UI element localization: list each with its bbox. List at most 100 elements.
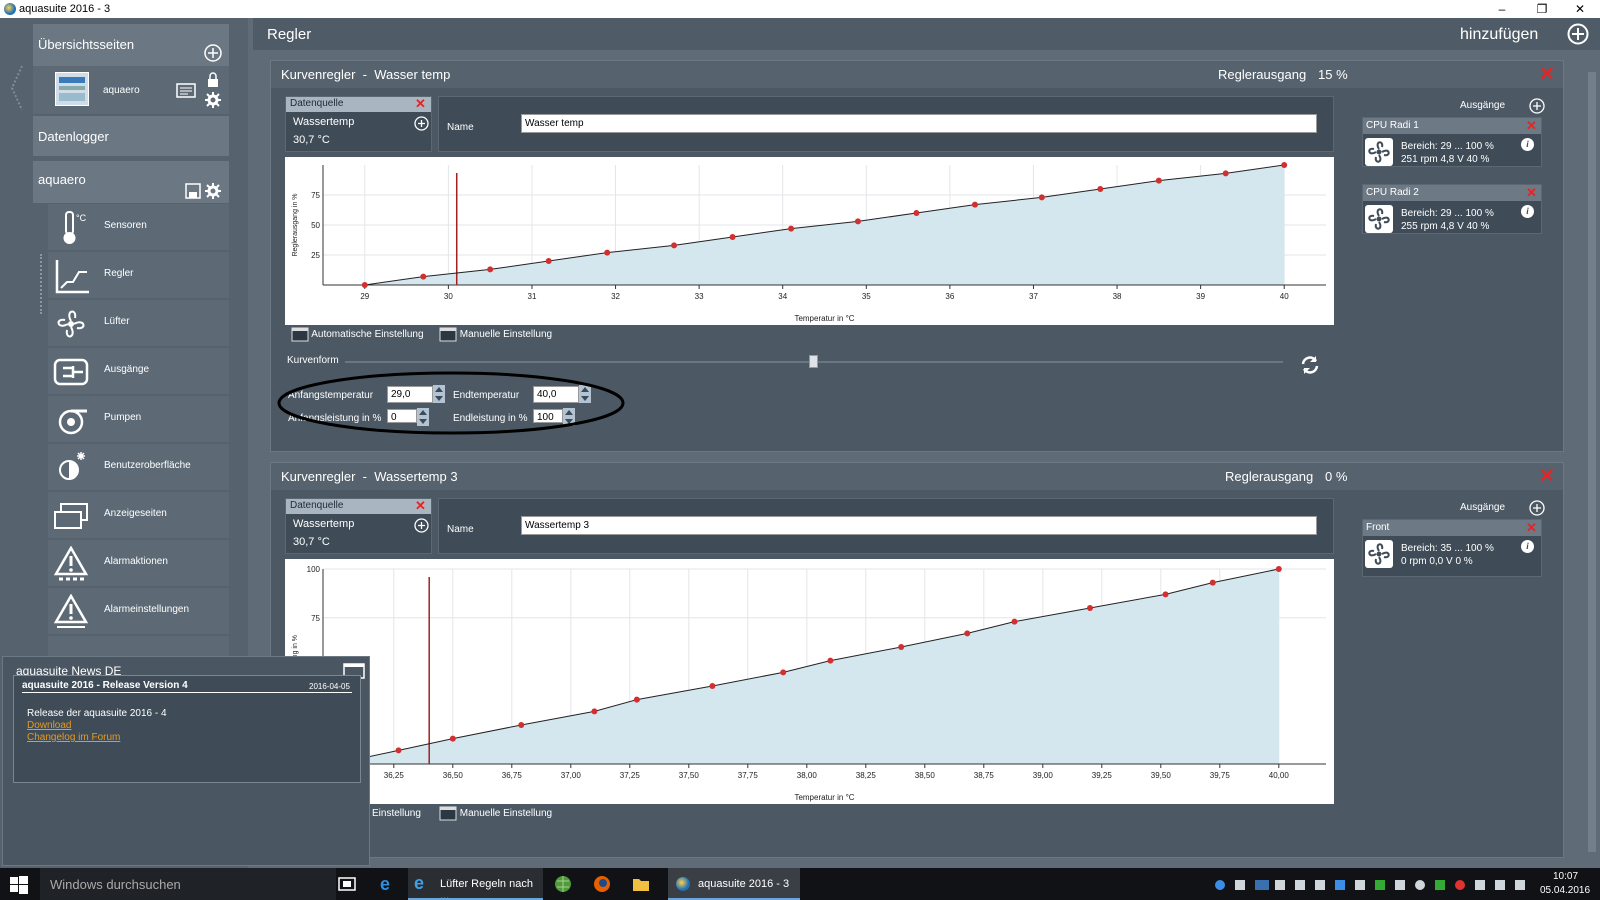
info-icon[interactable]: i <box>1521 138 1534 151</box>
output-card-cpu-radi-1[interactable]: CPU Radi 1 ✕ Bereich: 29 ... 100 % 251 r… <box>1362 117 1542 167</box>
windows-start-icon[interactable] <box>10 876 28 900</box>
remove-output-icon[interactable]: ✕ <box>1526 520 1537 535</box>
overview-pages-section[interactable]: Übersichtsseiten <box>33 24 229 66</box>
remove-output-icon[interactable]: ✕ <box>1526 118 1537 133</box>
panel-title: Kurvenregler - Wassertemp 3 <box>281 469 458 484</box>
restore-button[interactable]: ❐ <box>1527 1 1557 17</box>
curve-point <box>827 657 834 664</box>
fan-icon <box>1365 138 1393 166</box>
add-overview-icon[interactable] <box>204 44 222 65</box>
nav-item-more[interactable] <box>48 636 229 658</box>
manual-setting-icon <box>439 806 457 821</box>
add-controller-label[interactable]: hinzufügen <box>1460 26 1538 44</box>
delete-controller-icon[interactable]: ✕ <box>1539 65 1555 84</box>
add-output-icon-2[interactable] <box>1529 500 1545 519</box>
scrollbar-thumb[interactable] <box>1588 72 1596 852</box>
file-explorer-icon[interactable] <box>632 876 650 900</box>
curve-point <box>971 201 978 208</box>
news-download-link[interactable]: Download <box>27 720 71 731</box>
fan-icon <box>1365 205 1393 233</box>
output-range: Bereich: 29 ... 100 % <box>1401 141 1494 152</box>
device-title: aquaero <box>38 172 86 187</box>
gear-icon[interactable] <box>205 92 221 111</box>
save-icon[interactable] <box>185 183 201 202</box>
add-controller-icon[interactable] <box>1567 23 1589 48</box>
x-tick-label: 37,00 <box>561 771 582 780</box>
drag-handle[interactable] <box>40 254 44 314</box>
main-header: Regler hinzufügen <box>253 18 1600 50</box>
datalogger-section[interactable]: Datenlogger <box>33 116 229 156</box>
datasource-name: Wassertemp <box>293 116 355 128</box>
task-view-icon[interactable] <box>338 877 356 900</box>
output-card-front[interactable]: Front ✕ Bereich: 35 ... 100 % 0 rpm 0,0 … <box>1362 519 1542 577</box>
firefox-icon[interactable] <box>593 875 611 900</box>
curve-point <box>671 242 678 249</box>
curve-chart-2[interactable]: 36,25 36,50 36,75 37,00 37,25 37,50 37,75 38,00… <box>285 559 1334 804</box>
x-axis-label: Temperatur in °C <box>794 793 854 802</box>
curve-point <box>729 234 736 240</box>
nav-item-sensors[interactable]: °C Sensoren <box>48 204 229 250</box>
add-source-icon[interactable] <box>414 518 429 536</box>
news-changelog-link[interactable]: Changelog im Forum <box>27 732 120 743</box>
chart-1-svg[interactable]: 29 30 31 32 33 34 35 36 37 38 39 40 25 50 75 Temperatur… <box>285 157 1334 325</box>
device-section[interactable]: aquaero <box>33 161 229 203</box>
info-icon[interactable]: i <box>1521 540 1534 553</box>
name-label: Name <box>447 122 474 133</box>
sidebar-collapse-handle[interactable] <box>8 58 24 118</box>
curve-shape-slider-thumb[interactable] <box>809 355 818 368</box>
nav-label: Alarmeinstellungen <box>104 604 190 615</box>
main-scrollbar[interactable] <box>1585 60 1599 868</box>
nav-item-display-pages[interactable]: Anzeigeseiten <box>48 492 229 538</box>
close-button[interactable]: ✕ <box>1565 1 1595 17</box>
nav-item-outputs[interactable]: Ausgänge <box>48 348 229 394</box>
nav-item-alarm-settings[interactable]: Alarmeinstellungen <box>48 588 229 634</box>
remove-output-icon[interactable]: ✕ <box>1526 185 1537 200</box>
name-input[interactable] <box>521 516 1317 535</box>
lock-icon[interactable] <box>206 72 220 91</box>
x-tick-label: 32 <box>611 292 620 301</box>
output-card-cpu-radi-2[interactable]: CPU Radi 2 ✕ Bereich: 29 ... 100 % 255 r… <box>1362 184 1542 234</box>
info-icon[interactable]: i <box>1521 205 1534 218</box>
remove-source-icon[interactable]: ✕ <box>415 499 426 513</box>
datasource-label: Datenquelle <box>290 500 344 511</box>
edge-icon[interactable]: e <box>380 874 390 900</box>
x-tick-label: 33 <box>695 292 704 301</box>
add-output-icon-1[interactable] <box>1529 98 1545 117</box>
name-input[interactable] <box>521 114 1317 133</box>
tray-icons <box>1215 880 1525 890</box>
auto-setting-button[interactable]: Einstellung <box>372 808 421 819</box>
curve-point <box>1011 618 1018 625</box>
x-tick-label: 39,00 <box>1033 771 1054 780</box>
system-tray[interactable] <box>1215 878 1535 892</box>
taskbar-search[interactable]: Windows durchsuchen <box>40 868 336 900</box>
manual-setting-button[interactable]: Manuelle Einstellung <box>439 327 552 342</box>
nav-item-controller[interactable]: Regler <box>48 252 229 298</box>
minimize-button[interactable]: – <box>1487 1 1517 17</box>
y-tick-label: 100 <box>307 565 321 574</box>
panel-header: Kurvenregler - Wassertemp 3 Reglerausgan… <box>271 463 1563 490</box>
globe-icon[interactable] <box>554 875 572 900</box>
chart-2-svg[interactable]: 36,25 36,50 36,75 37,00 37,25 37,50 37,75 38,00… <box>285 559 1334 804</box>
add-source-icon[interactable] <box>414 116 429 134</box>
delete-controller-icon[interactable]: ✕ <box>1539 467 1555 486</box>
nav-item-alarm-actions[interactable]: Alarmaktionen <box>48 540 229 586</box>
news-item-text: Release der aquasuite 2016 - 4 <box>27 708 167 719</box>
display-pages-icon <box>53 498 89 534</box>
device-gear-icon[interactable] <box>205 183 221 202</box>
refresh-icon[interactable] <box>1299 354 1321 379</box>
nav-item-fans[interactable]: Lüfter <box>48 300 229 346</box>
taskbar-app-ie[interactable]: e Lüfter Regeln nach ... <box>408 868 543 900</box>
overview-item-aquaero[interactable]: aquaero <box>33 66 229 114</box>
remove-source-icon[interactable]: ✕ <box>415 97 426 111</box>
taskbar-app-aquasuite[interactable]: aquasuite 2016 - 3 <box>668 868 800 900</box>
news-item-date: 2016-04-05 <box>309 682 350 691</box>
datalogger-title: Datenlogger <box>38 129 109 144</box>
auto-setting-button[interactable]: Automatische Einstellung <box>291 327 424 342</box>
nav-item-ui[interactable]: Benutzeroberfläche <box>48 444 229 490</box>
manual-setting-button[interactable]: Manuelle Einstellung <box>439 806 552 821</box>
curve-chart-1[interactable]: 29 30 31 32 33 34 35 36 37 38 39 40 25 50 75 Temperatur… <box>285 157 1334 325</box>
display-export-icon[interactable] <box>176 80 198 103</box>
x-tick-label: 37 <box>1029 292 1038 301</box>
curve-point <box>1097 186 1104 192</box>
nav-item-pumps[interactable]: Pumpen <box>48 396 229 442</box>
